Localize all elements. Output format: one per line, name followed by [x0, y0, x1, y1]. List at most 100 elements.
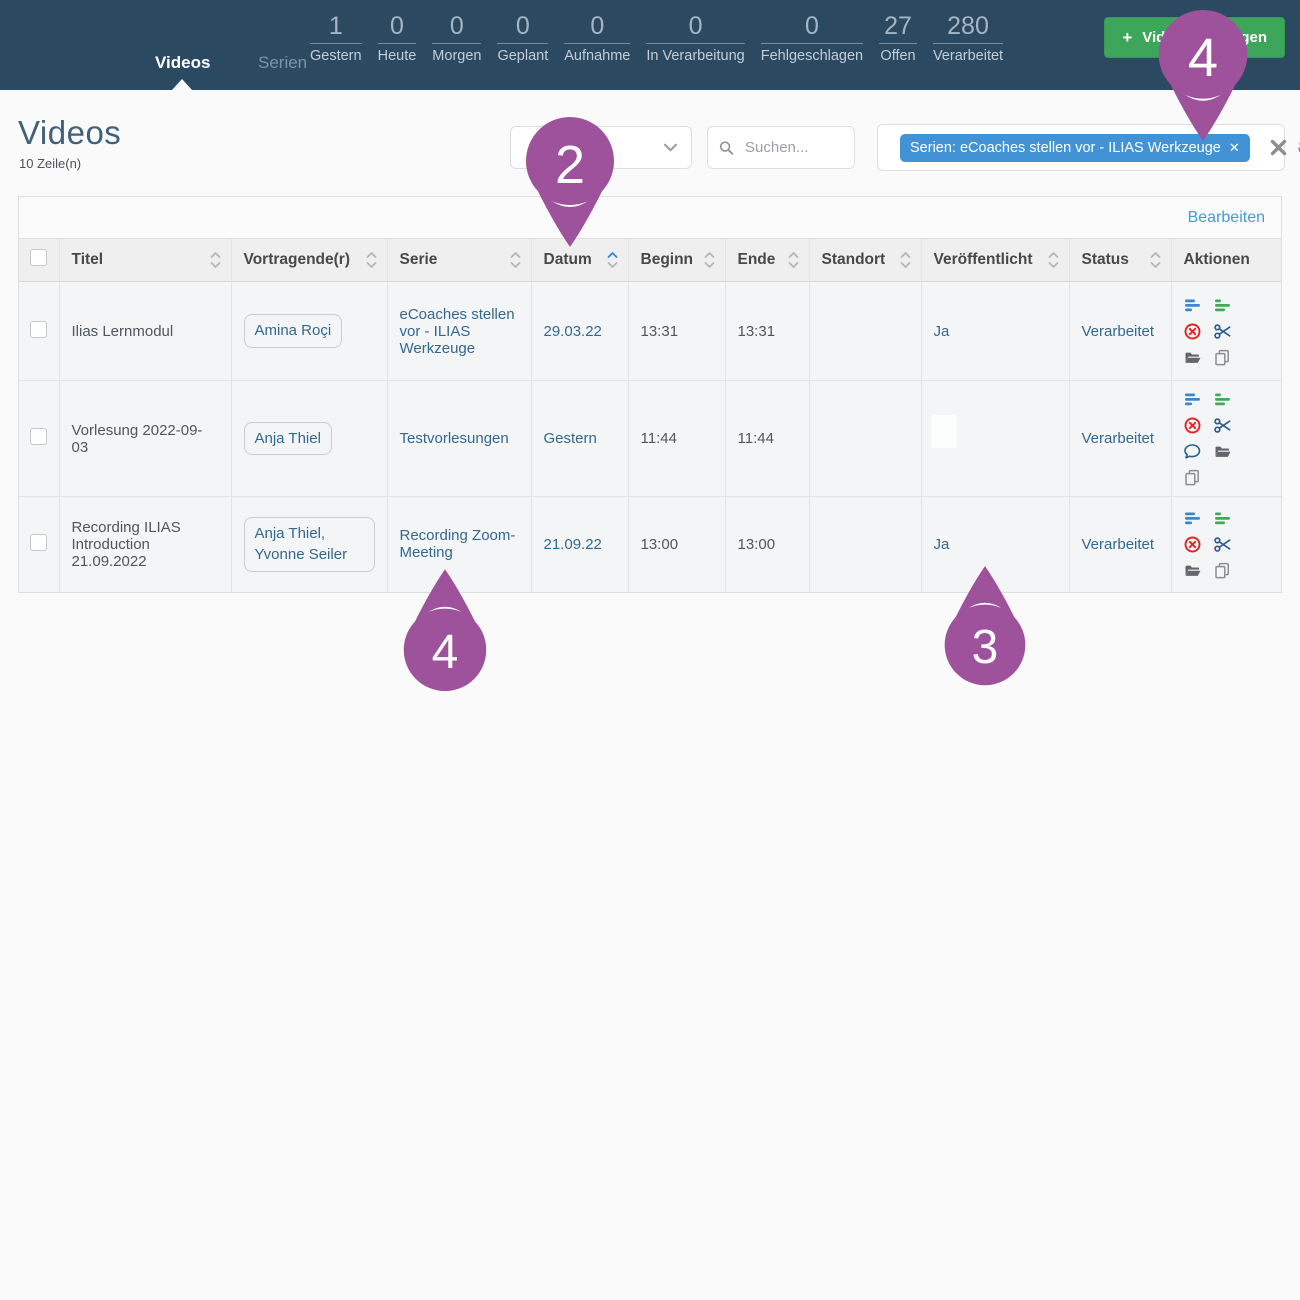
series-link[interactable]: Testvorlesungen	[400, 430, 509, 447]
counter-heute[interactable]: 0 Heute	[378, 11, 417, 64]
ban-icon[interactable]	[1184, 417, 1201, 434]
counter-value: 1	[310, 11, 362, 44]
counter-geplant[interactable]: 0 Geplant	[497, 11, 548, 64]
add-video-button[interactable]: + Video hinzufügen	[1104, 17, 1285, 58]
list-blue-icon[interactable]	[1184, 391, 1201, 408]
counter-value: 0	[497, 11, 548, 44]
cell-end: 11:44	[725, 381, 809, 497]
folder-open-icon[interactable]	[1184, 562, 1201, 579]
search-input[interactable]	[743, 138, 843, 157]
list-blue-icon[interactable]	[1184, 297, 1201, 314]
column-label: Serie	[400, 251, 438, 269]
status-badge[interactable]: Verarbeitet	[1082, 323, 1155, 340]
column-header-veroeffentlicht[interactable]: Veröffentlicht	[921, 239, 1069, 282]
column-label: Status	[1082, 251, 1129, 269]
tab-videos[interactable]: Videos	[155, 53, 210, 73]
counter-in-verarbeitung[interactable]: 0 In Verarbeitung	[646, 11, 744, 64]
scissors-icon[interactable]	[1214, 417, 1231, 434]
cell-end: 13:31	[725, 282, 809, 381]
column-header-datum[interactable]: Datum	[531, 239, 628, 282]
counter-offen[interactable]: 27 Offen	[879, 11, 917, 64]
ban-icon[interactable]	[1184, 536, 1201, 553]
scissors-icon[interactable]	[1214, 536, 1231, 553]
copy-icon[interactable]	[1214, 349, 1231, 366]
column-header-aktionen: Aktionen	[1171, 239, 1281, 282]
row-checkbox[interactable]	[30, 428, 47, 445]
series-link[interactable]: Recording Zoom-Meeting	[400, 527, 516, 561]
sort-icon	[210, 250, 221, 270]
column-header-titel[interactable]: Titel	[59, 239, 231, 282]
presenter-chip[interactable]: Anja Thiel	[244, 422, 332, 456]
actions-cell	[1184, 391, 1234, 486]
row-count: 10 Zeile(n)	[19, 156, 81, 171]
cell-title: Vorlesung 2022-09-03	[59, 381, 231, 497]
counter-value: 0	[378, 11, 417, 44]
counter-fehlgeschlagen[interactable]: 0 Fehlgeschlagen	[761, 11, 863, 64]
cell-start: 13:31	[628, 282, 725, 381]
column-header-standort[interactable]: Standort	[809, 239, 921, 282]
counter-label: In Verarbeitung	[646, 48, 744, 64]
counter-value: 0	[761, 11, 863, 44]
table-topbar: Bearbeiten	[19, 197, 1281, 239]
copy-icon[interactable]	[1184, 469, 1201, 486]
counter-label: Aufnahme	[564, 48, 630, 64]
counter-label: Fehlgeschlagen	[761, 48, 863, 64]
list-green-icon[interactable]	[1214, 391, 1231, 408]
add-video-button-label: Video hinzufügen	[1142, 29, 1267, 46]
videos-table: Bearbeiten Titel Vortragende(r) Serie	[18, 196, 1282, 593]
select-all-checkbox[interactable]	[30, 249, 47, 266]
cell-end: 13:00	[725, 497, 809, 592]
filter-chip-series[interactable]: Serien: eCoaches stellen vor - ILIAS Wer…	[900, 134, 1250, 162]
presenter-chip[interactable]: Anja Thiel, Yvonne Seiler	[244, 517, 375, 573]
column-header-status[interactable]: Status	[1069, 239, 1171, 282]
folder-open-icon[interactable]	[1184, 349, 1201, 366]
list-blue-icon[interactable]	[1184, 510, 1201, 527]
chat-icon[interactable]	[1184, 443, 1201, 460]
column-header-ende[interactable]: Ende	[725, 239, 809, 282]
column-label: Veröffentlicht	[934, 251, 1033, 269]
status-badge[interactable]: Verarbeitet	[1082, 430, 1155, 447]
table-header-row: Titel Vortragende(r) Serie Datum Beginn …	[19, 239, 1281, 282]
copy-icon[interactable]	[1214, 562, 1231, 579]
column-label: Datum	[544, 251, 592, 269]
row-checkbox[interactable]	[30, 534, 47, 551]
edit-link[interactable]: Bearbeiten	[1188, 209, 1265, 227]
counter-morgen[interactable]: 0 Morgen	[432, 11, 481, 64]
counter-value: 0	[564, 11, 630, 44]
counter-aufnahme[interactable]: 0 Aufnahme	[564, 11, 630, 64]
scissors-icon[interactable]	[1214, 323, 1231, 340]
ban-icon[interactable]	[1184, 323, 1201, 340]
list-green-icon[interactable]	[1214, 510, 1231, 527]
chip-remove-icon[interactable]: ✕	[1229, 140, 1240, 156]
filter-chip-label: Serien: eCoaches stellen vor - ILIAS Wer…	[910, 140, 1221, 156]
sort-icon	[1048, 250, 1059, 270]
list-green-icon[interactable]	[1214, 297, 1231, 314]
tab-serien[interactable]: Serien	[258, 53, 307, 73]
cell-location	[809, 282, 921, 381]
plus-icon: +	[1122, 28, 1132, 48]
status-badge[interactable]: Verarbeitet	[1082, 536, 1155, 553]
cell-start: 11:44	[628, 381, 725, 497]
close-icon	[1270, 139, 1287, 156]
cell-date: Gestern	[531, 381, 628, 497]
search-icon	[719, 140, 734, 156]
cell-location	[809, 381, 921, 497]
page-title: Videos	[18, 114, 121, 152]
preset-select[interactable]	[510, 126, 692, 169]
counter-gestern[interactable]: 1 Gestern	[310, 11, 362, 64]
counter-verarbeitet[interactable]: 280 Verarbeitet	[933, 11, 1003, 64]
row-checkbox[interactable]	[30, 321, 47, 338]
clear-filters-button[interactable]	[1270, 139, 1287, 156]
counter-label: Morgen	[432, 48, 481, 64]
series-link[interactable]: eCoaches stellen vor - ILIAS Werkzeuge	[400, 306, 515, 357]
presenter-chip[interactable]: Amina Roçi	[244, 314, 343, 348]
folder-open-icon[interactable]	[1214, 443, 1231, 460]
column-header-vortragende[interactable]: Vortragende(r)	[231, 239, 387, 282]
column-label: Beginn	[641, 251, 694, 269]
highlight-artifact	[931, 415, 957, 448]
actions-cell	[1184, 297, 1234, 366]
column-header-beginn[interactable]: Beginn	[628, 239, 725, 282]
column-header-serie[interactable]: Serie	[387, 239, 531, 282]
counter-value: 0	[646, 11, 744, 44]
search-box	[707, 126, 855, 169]
